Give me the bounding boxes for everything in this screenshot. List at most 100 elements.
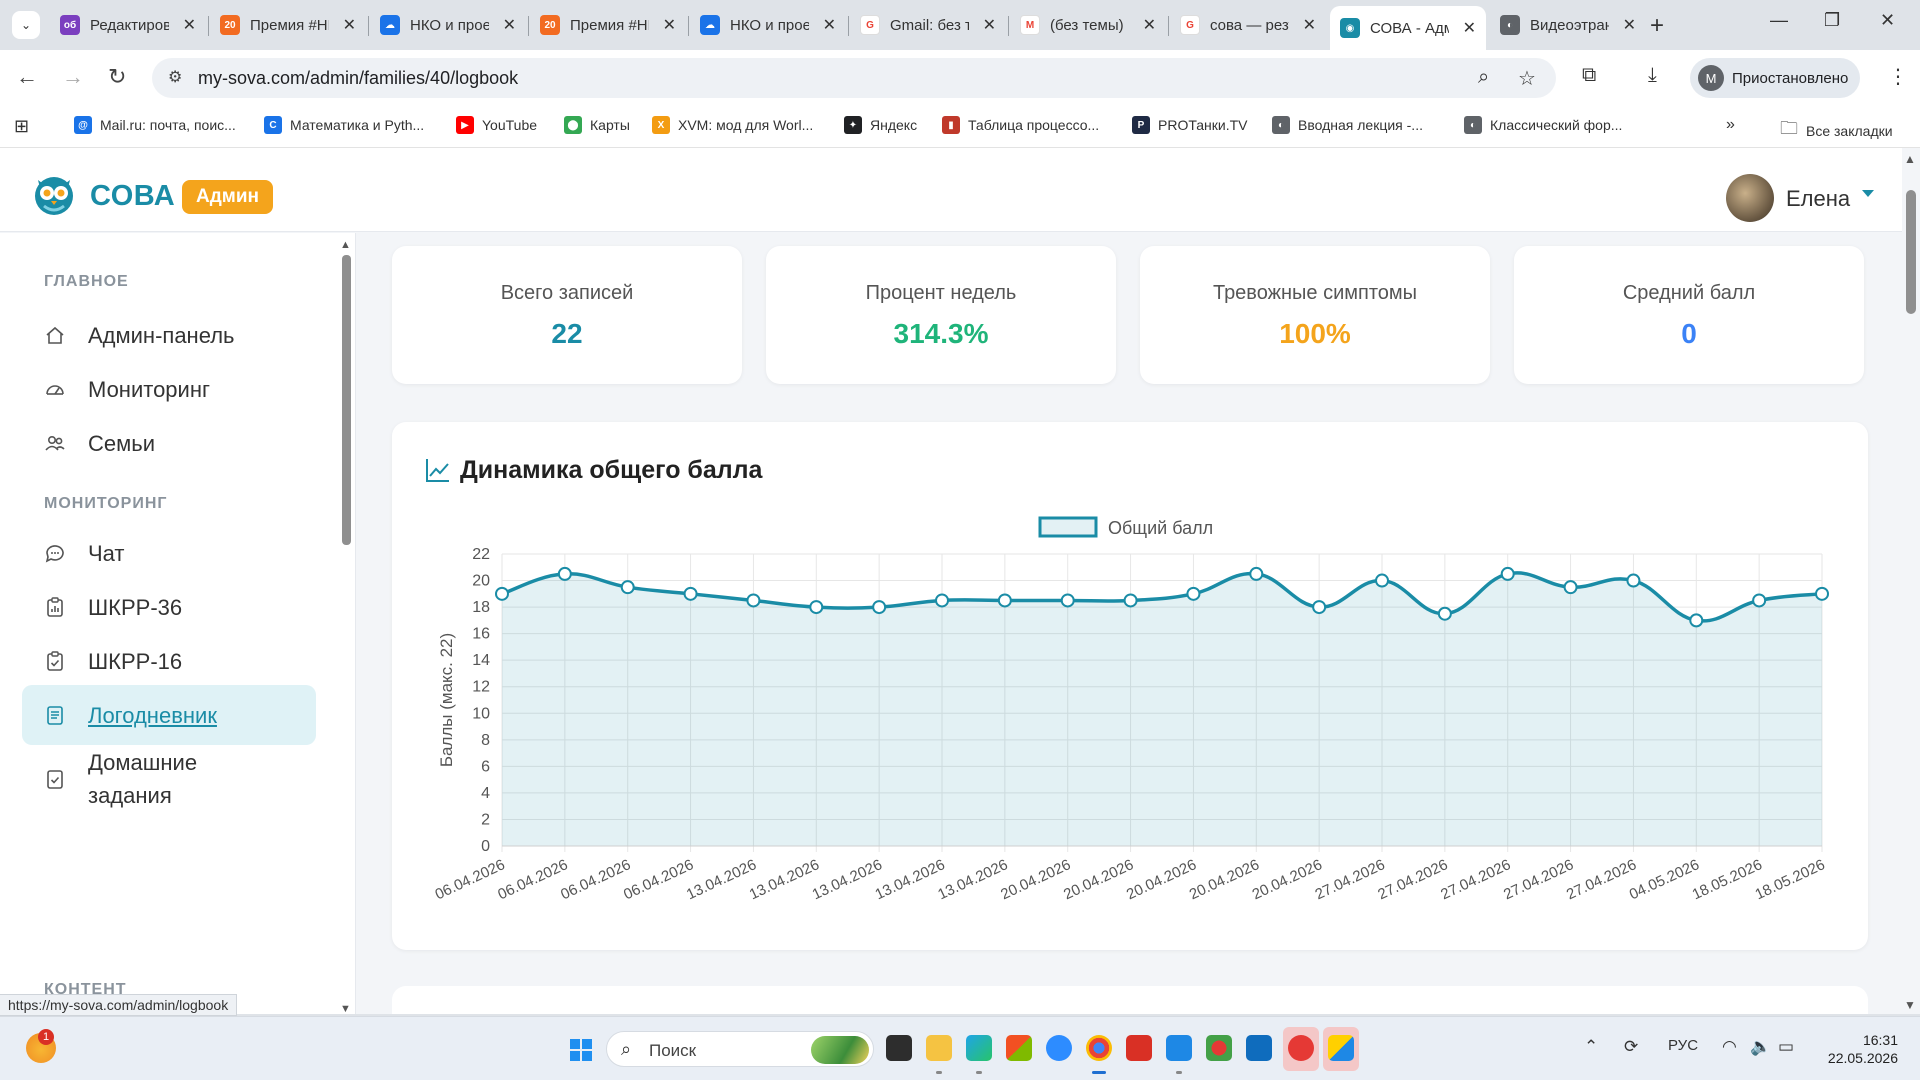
sidebar-item[interactable]: Админ-панель — [22, 305, 316, 365]
sidebar-scroll-down-icon[interactable]: ▼ — [340, 1003, 351, 1014]
taskbar-search[interactable]: ⌕ Поиск — [606, 1031, 874, 1067]
browser-tab[interactable]: об Редактирование ✕ — [50, 6, 206, 44]
url-text[interactable]: my-sova.com/admin/families/40/logbook — [198, 68, 518, 89]
browser-tab[interactable]: ☁ НКО и проекты ✕ — [690, 6, 846, 44]
bookmark-item[interactable]: ✦ Яндекс — [844, 116, 917, 134]
bookmark-label: Вводная лекция -... — [1298, 117, 1423, 133]
sidebar-item[interactable]: Логодневник — [22, 685, 316, 745]
bookmark-star-icon[interactable]: ☆ — [1518, 66, 1536, 91]
pinned-app-icon[interactable] — [1328, 1035, 1354, 1061]
bookmark-item[interactable]: ▶ YouTube — [456, 116, 537, 134]
data-point — [809, 600, 824, 615]
bookmark-item[interactable]: @ Mail.ru: почта, поис... — [74, 116, 236, 134]
tab-close-icon[interactable]: ✕ — [1463, 18, 1476, 38]
tab-close-icon[interactable]: ✕ — [823, 15, 836, 35]
calculator-icon[interactable] — [1166, 1035, 1192, 1074]
page-scroll-down-icon[interactable]: ▼ — [1904, 998, 1916, 1012]
bookmark-item[interactable]: ◐ Вводная лекция -... — [1272, 116, 1423, 134]
tab-close-icon[interactable]: ✕ — [1303, 15, 1316, 35]
sidebar-item[interactable]: Мониторинг — [22, 359, 316, 419]
zoom-icon[interactable]: ⌕ — [1478, 66, 1489, 89]
browser-tab[interactable]: Gсова — результаты ✕ — [1170, 6, 1326, 44]
tab-close-icon[interactable]: ✕ — [1623, 15, 1636, 35]
chrome-icon[interactable] — [1086, 1035, 1112, 1074]
wifi-icon[interactable]: ◠ — [1722, 1037, 1737, 1057]
restore-icon[interactable]: ❐ — [1824, 10, 1840, 31]
site-settings-icon[interactable]: ⚙ — [168, 67, 182, 87]
tray-expand-icon[interactable]: ⌃ — [1584, 1037, 1598, 1057]
back-icon[interactable]: ← — [16, 64, 38, 90]
bookmark-item[interactable]: ▮ Таблица процессо... — [942, 116, 1099, 134]
bookmark-item[interactable]: P PROТанки.TV — [1132, 116, 1248, 134]
language-indicator[interactable]: РУС — [1668, 1037, 1698, 1054]
new-tab-button[interactable]: + — [1650, 12, 1664, 40]
bookmark-item[interactable]: ◐ Классический фор... — [1464, 116, 1622, 134]
apps-grid-icon[interactable]: ⊞ — [14, 116, 29, 137]
sidebar-item[interactable]: ШКРР-16 — [22, 631, 316, 691]
sidebar-item[interactable]: ШКРР-36 — [22, 577, 316, 637]
zoom-app-icon[interactable] — [1046, 1035, 1072, 1061]
file-explorer-icon[interactable] — [926, 1035, 952, 1074]
tab-close-icon[interactable]: ✕ — [1143, 15, 1156, 35]
browser-tab[interactable]: 20 Премия #НКО ✕ — [210, 6, 366, 44]
battery-icon[interactable]: ▭ — [1778, 1037, 1794, 1057]
volume-icon[interactable]: 🔈 — [1750, 1037, 1771, 1057]
browser-tab[interactable]: M (без темы) ✕ — [1010, 6, 1166, 44]
tab-close-icon[interactable]: ✕ — [663, 15, 676, 35]
owl-logo-icon[interactable] — [30, 170, 78, 218]
app-logo-text[interactable]: СОВА — [90, 180, 175, 213]
browser-tab-bar: ⌄ об Редактирование ✕ 20 Премия #НКО ✕ ☁ НКО и … — [0, 0, 1920, 50]
sidebar-item[interactable]: Семьи — [22, 413, 316, 473]
bookmark-item[interactable]: C Математика и Pyth... — [264, 116, 424, 134]
all-bookmarks[interactable]: 🗀 Все закладки — [1780, 116, 1893, 146]
menu-dots-icon[interactable]: ⋮ — [1888, 64, 1908, 89]
browser-tab[interactable]: ◐ Видеоэтрансляция ✕ — [1490, 6, 1646, 44]
page-scroll-up-icon[interactable]: ▲ — [1904, 152, 1916, 166]
extensions-icon[interactable]: ⧉ — [1582, 64, 1596, 87]
tab-close-icon[interactable]: ✕ — [503, 15, 516, 35]
x-tick-label: 13.04.2026 — [810, 856, 885, 903]
sync-icon[interactable]: ⟳ — [1624, 1037, 1638, 1057]
close-window-icon[interactable]: ✕ — [1880, 10, 1895, 31]
task-view-icon[interactable] — [886, 1035, 912, 1061]
page-scrollbar[interactable] — [1906, 190, 1916, 314]
outlook-icon[interactable] — [1246, 1035, 1272, 1061]
download-icon[interactable]: ⤓ — [1648, 64, 1657, 87]
browser-tab[interactable]: ◉ СОВА - Админ ✕ — [1330, 6, 1486, 50]
sidebar-scroll-up-icon[interactable]: ▲ — [340, 239, 351, 251]
multicolor-app-icon[interactable] — [1206, 1035, 1232, 1061]
sidebar-item-label: Логодневник — [88, 702, 217, 728]
x-tick-label: 20.04.2026 — [1061, 856, 1136, 903]
sidebar-item[interactable]: Чат — [22, 523, 316, 583]
sidebar-item[interactable]: Домашние задания — [22, 739, 316, 819]
user-menu-caret-icon[interactable] — [1862, 190, 1874, 197]
bookmark-item[interactable]: ⬤ Карты — [564, 116, 630, 134]
sidebar-scrollbar[interactable] — [342, 255, 351, 545]
start-menu-icon[interactable] — [570, 1039, 592, 1061]
forward-icon[interactable]: → — [62, 64, 84, 90]
browser-tab[interactable]: G Gmail: без темы ✕ — [850, 6, 1006, 44]
tab-search-dropdown-icon[interactable]: ⌄ — [12, 11, 40, 39]
browser-tab[interactable]: 20 Премия #НКО ✕ — [530, 6, 686, 44]
sidebar-item-label: Чат — [88, 540, 125, 566]
taskbar-clock[interactable]: 16:31 22.05.2026 — [1808, 1031, 1898, 1067]
tab-close-icon[interactable]: ✕ — [183, 15, 196, 35]
profile-button[interactable]: M Приостановлено — [1690, 58, 1860, 98]
address-bar[interactable]: ⚙ my-sova.com/admin/families/40/logbook … — [152, 58, 1556, 98]
media-app-icon[interactable] — [1126, 1035, 1152, 1061]
yandex-browser-icon[interactable] — [1288, 1035, 1314, 1061]
tab-close-icon[interactable]: ✕ — [343, 15, 356, 35]
edge-icon[interactable] — [966, 1035, 992, 1074]
minimize-icon[interactable]: — — [1770, 10, 1788, 31]
x-tick-label: 20.04.2026 — [1250, 856, 1325, 903]
user-name[interactable]: Елена — [1786, 186, 1850, 212]
browser-tab[interactable]: ☁ НКО и проекты ✕ — [370, 6, 526, 44]
more-bookmarks-icon[interactable]: » — [1726, 116, 1735, 134]
user-avatar[interactable] — [1726, 174, 1774, 222]
data-point — [1060, 593, 1075, 608]
bookmark-favicon-icon: ▮ — [942, 116, 960, 134]
store-icon[interactable] — [1006, 1035, 1032, 1061]
tab-close-icon[interactable]: ✕ — [983, 15, 996, 35]
reload-icon[interactable]: ↻ — [108, 64, 126, 90]
bookmark-item[interactable]: X XVM: мод для Worl... — [652, 116, 813, 134]
